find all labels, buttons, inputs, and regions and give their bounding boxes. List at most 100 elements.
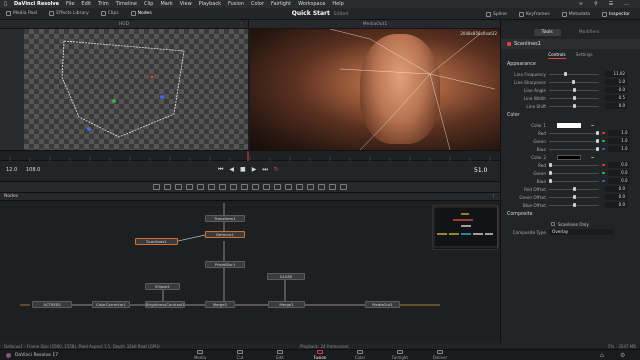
page-deliver[interactable]: Deliver bbox=[420, 349, 460, 360]
node-ellipse1[interactable]: Ellipse1 bbox=[145, 283, 180, 290]
tool-header[interactable]: Scanlines1 bbox=[501, 39, 640, 49]
wifi-icon[interactable]: ≈ bbox=[579, 1, 583, 7]
color2-red-knob[interactable] bbox=[549, 163, 552, 167]
keyframes-button[interactable]: Keyframes bbox=[513, 8, 556, 20]
color2-picker-icon[interactable]: ✒ bbox=[591, 155, 595, 160]
line-width-value[interactable]: 0.5 bbox=[605, 95, 627, 101]
color2-red-slider[interactable] bbox=[549, 163, 599, 167]
rectangle-mask-icon[interactable] bbox=[230, 184, 237, 190]
color1-red-knob[interactable] bbox=[596, 131, 599, 135]
camera-tool-icon[interactable] bbox=[318, 184, 325, 190]
page-color[interactable]: Color bbox=[340, 349, 380, 360]
line-frequency-slider[interactable] bbox=[549, 72, 599, 76]
line-width-knob[interactable] bbox=[573, 96, 576, 100]
clips-button[interactable]: Clips bbox=[95, 8, 125, 20]
menu-mark[interactable]: Mark bbox=[160, 1, 172, 7]
polygon-mask-icon[interactable] bbox=[252, 184, 259, 190]
line-angle-value[interactable]: 0.0 bbox=[605, 87, 627, 93]
light-tool-icon[interactable] bbox=[329, 184, 336, 190]
menu-trim[interactable]: Trim bbox=[98, 1, 109, 7]
search-icon[interactable]: ⚲ bbox=[594, 1, 598, 7]
green-offset-slider[interactable] bbox=[549, 195, 599, 199]
line-angle-slider[interactable] bbox=[549, 88, 599, 92]
text-tool-icon[interactable] bbox=[175, 184, 182, 190]
red-offset-slider[interactable] bbox=[549, 187, 599, 191]
home-icon[interactable]: ⌂ bbox=[600, 352, 604, 359]
current-time-field[interactable]: 51.0 bbox=[474, 167, 487, 174]
play-reverse-icon[interactable]: ◀ bbox=[229, 166, 234, 174]
menu-color[interactable]: Color bbox=[251, 1, 264, 7]
metadata-button[interactable]: Metadata bbox=[556, 8, 596, 20]
color2-blue-slider[interactable] bbox=[549, 179, 599, 183]
bspline-mask-icon[interactable] bbox=[263, 184, 270, 190]
node-transform1[interactable]: Transform1 bbox=[205, 215, 245, 222]
tool-enable-icon[interactable] bbox=[507, 42, 511, 46]
paint-tool-icon[interactable] bbox=[164, 184, 171, 190]
node-brightnesscontrast1[interactable]: BrightnessContrast1 bbox=[145, 301, 185, 308]
merge-tool-icon[interactable] bbox=[186, 184, 193, 190]
node-merge2[interactable]: Merge2 bbox=[268, 301, 305, 308]
play-icon[interactable]: ▶ bbox=[252, 166, 257, 174]
tab-tools[interactable]: Tools bbox=[533, 29, 561, 36]
menu-timeline[interactable]: Timeline bbox=[116, 1, 137, 7]
shape-tool-icon[interactable] bbox=[274, 184, 281, 190]
scanlines-only-checkbox[interactable] bbox=[551, 222, 555, 226]
menu-clip[interactable]: Clip bbox=[144, 1, 153, 7]
node-merge1[interactable]: Merge1 bbox=[205, 301, 235, 308]
particle-tool-icon[interactable] bbox=[296, 184, 303, 190]
section-color[interactable]: Color bbox=[501, 110, 640, 121]
blue-offset-slider[interactable] bbox=[549, 203, 599, 207]
go-to-start-icon[interactable]: ⏮ bbox=[218, 166, 223, 174]
line-frequency-value[interactable]: 11.02 bbox=[605, 71, 627, 77]
node-mediaout1[interactable]: MediaOut1 bbox=[365, 301, 400, 308]
color2-blue-value[interactable]: 0.0 bbox=[607, 178, 630, 184]
line-sharpness-slider[interactable] bbox=[549, 80, 599, 84]
color-tool-icon[interactable] bbox=[208, 184, 215, 190]
green-offset-value[interactable]: 0.0 bbox=[605, 194, 627, 200]
3d-tool-icon[interactable] bbox=[307, 184, 314, 190]
transform-tool-icon[interactable] bbox=[219, 184, 226, 190]
settings-icon[interactable]: ⚙ bbox=[620, 352, 625, 359]
tab-modifiers[interactable]: Modifiers bbox=[571, 29, 608, 36]
page-edit[interactable]: Edit bbox=[260, 349, 300, 360]
page-fusion[interactable]: Fusion bbox=[300, 349, 340, 360]
subtab-controls[interactable]: Controls bbox=[548, 52, 566, 59]
node-prismblur1[interactable]: PrismBlur1 bbox=[205, 261, 245, 268]
color2-red-value[interactable]: 0.0 bbox=[607, 162, 630, 168]
node-editor[interactable]: Transform1 Defocus1 Scanlines1 PrismBlur… bbox=[0, 193, 500, 343]
effects-library-button[interactable]: Effects Library bbox=[43, 8, 94, 20]
nodes-options-icon[interactable]: ⋮ bbox=[492, 193, 497, 201]
line-sharpness-value[interactable]: 1.0 bbox=[605, 79, 627, 85]
color1-blue-slider[interactable] bbox=[549, 147, 599, 151]
node-glass[interactable]: GLASS bbox=[267, 273, 305, 280]
render-end-field[interactable]: 108.0 bbox=[26, 167, 40, 173]
green-offset-knob[interactable] bbox=[573, 195, 576, 199]
menu-fairlight[interactable]: Fairlight bbox=[271, 1, 291, 7]
node-colorcorrector1[interactable]: ColorCorrector1 bbox=[92, 301, 130, 308]
section-appearance[interactable]: Appearance bbox=[501, 59, 640, 70]
color1-red-value[interactable]: 1.0 bbox=[607, 130, 630, 136]
color2-green-slider[interactable] bbox=[549, 171, 599, 175]
polygon-mask-overlay[interactable] bbox=[24, 29, 248, 150]
blue-offset-value[interactable]: 0.0 bbox=[605, 202, 627, 208]
inspector-button[interactable]: Inspector bbox=[596, 8, 636, 20]
menu-view[interactable]: View bbox=[180, 1, 192, 7]
color2-blue-knob[interactable] bbox=[549, 179, 552, 183]
blur-tool-icon[interactable] bbox=[197, 184, 204, 190]
viewer-options-icon[interactable]: ⋮ bbox=[240, 22, 245, 27]
line-shift-knob[interactable] bbox=[573, 104, 576, 108]
menu-help[interactable]: Help bbox=[332, 1, 343, 7]
color1-swatch[interactable] bbox=[557, 122, 581, 128]
media-pool-button[interactable]: Media Pool bbox=[0, 8, 43, 20]
node-minimap[interactable] bbox=[432, 205, 499, 250]
line-angle-knob[interactable] bbox=[573, 88, 576, 92]
color1-green-value[interactable]: 1.0 bbox=[607, 138, 630, 144]
color1-blue-value[interactable]: 1.0 bbox=[607, 146, 630, 152]
color2-green-knob[interactable] bbox=[549, 171, 552, 175]
composite-type-dropdown[interactable]: Overlay bbox=[549, 229, 613, 235]
menu-edit[interactable]: Edit bbox=[81, 1, 91, 7]
go-to-end-icon[interactable]: ⏭ bbox=[262, 166, 267, 174]
color2-green-value[interactable]: 0.0 bbox=[607, 170, 630, 176]
nodes-button[interactable]: Nodes bbox=[125, 8, 158, 20]
ellipse-mask-icon[interactable] bbox=[241, 184, 248, 190]
